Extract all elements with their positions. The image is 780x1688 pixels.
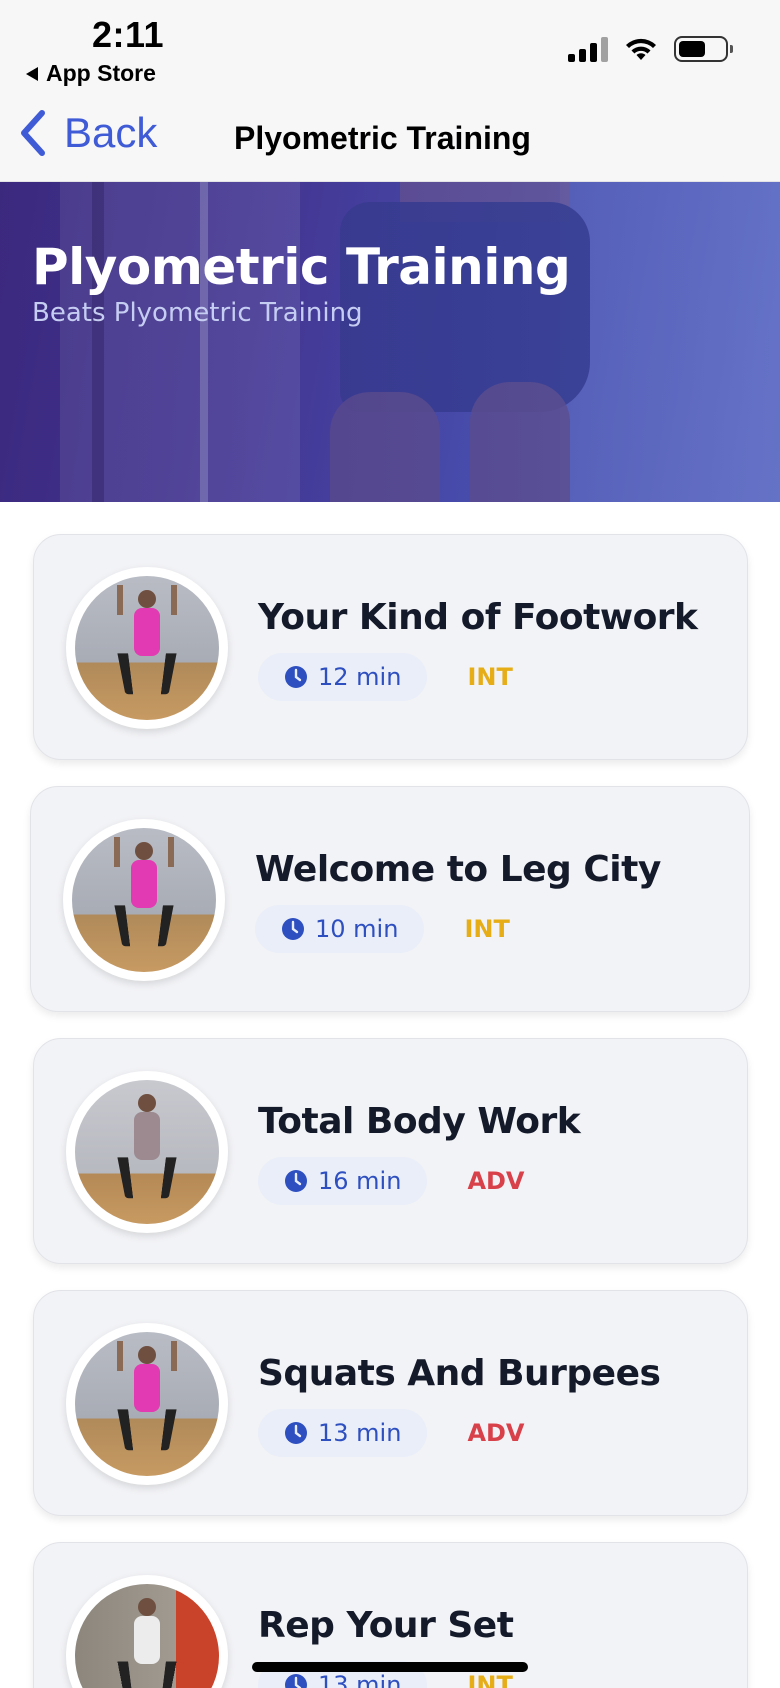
hero-title: Plyometric Training (32, 238, 571, 296)
workout-title: Squats And Burpees (258, 1353, 661, 1394)
workout-thumbnail (66, 1323, 228, 1485)
wifi-icon (626, 38, 656, 60)
clock-icon (282, 918, 304, 940)
duration-badge: 10 min (255, 905, 425, 953)
level-label: INT (467, 663, 513, 691)
nav-title: Plyometric Training (234, 120, 531, 156)
hero-image (0, 182, 780, 502)
status-time: 2:11 (92, 14, 165, 55)
clock-icon (285, 1170, 307, 1192)
level-label: ADV (467, 1167, 525, 1195)
workout-title: Rep Your Set (258, 1605, 514, 1646)
duration-badge: 13 min (258, 1409, 428, 1457)
navigation-bar: Back Plyometric Training (0, 96, 780, 182)
workout-thumbnail (66, 1575, 228, 1688)
workout-card[interactable]: Welcome to Leg City 10 min INT (30, 786, 750, 1012)
chevron-left-icon (21, 110, 45, 156)
duration-badge: 16 min (258, 1157, 428, 1205)
back-app-label: App Store (46, 60, 156, 86)
cellular-signal-icon (568, 36, 608, 62)
workout-card[interactable]: Squats And Burpees 13 min ADV (33, 1290, 748, 1516)
clock-icon (285, 1422, 307, 1444)
hero-subtitle: Beats Plyometric Training (32, 298, 363, 328)
back-triangle-icon (26, 66, 38, 81)
workout-title: Total Body Work (258, 1101, 581, 1142)
duration-badge: 12 min (258, 653, 428, 701)
hero-banner: Plyometric Training Beats Plyometric Tra… (0, 182, 780, 502)
workout-card[interactable]: Your Kind of Footwork 12 min INT (33, 534, 748, 760)
level-label: INT (464, 915, 510, 943)
level-label: ADV (467, 1419, 525, 1447)
battery-icon (674, 36, 733, 62)
workout-thumbnail (66, 567, 228, 729)
workout-thumbnail (66, 1071, 228, 1233)
home-indicator[interactable] (252, 1662, 528, 1672)
workout-thumbnail (63, 819, 225, 981)
duration-text: 12 min (318, 663, 402, 691)
back-label: Back (64, 109, 158, 156)
clock-icon (285, 1674, 307, 1688)
clock-icon (285, 666, 307, 688)
workout-title: Welcome to Leg City (255, 849, 661, 890)
status-bar: 2:11 App Store (0, 0, 780, 96)
duration-text: 13 min (318, 1671, 402, 1688)
workout-title: Your Kind of Footwork (258, 597, 698, 638)
duration-text: 13 min (318, 1419, 402, 1447)
back-button[interactable]: Back (18, 108, 157, 158)
status-icons (568, 36, 733, 62)
duration-text: 16 min (318, 1167, 402, 1195)
duration-text: 10 min (315, 915, 399, 943)
back-to-app-store-link[interactable]: App Store (26, 60, 156, 87)
level-label: INT (467, 1671, 513, 1688)
workout-card[interactable]: Total Body Work 16 min ADV (33, 1038, 748, 1264)
